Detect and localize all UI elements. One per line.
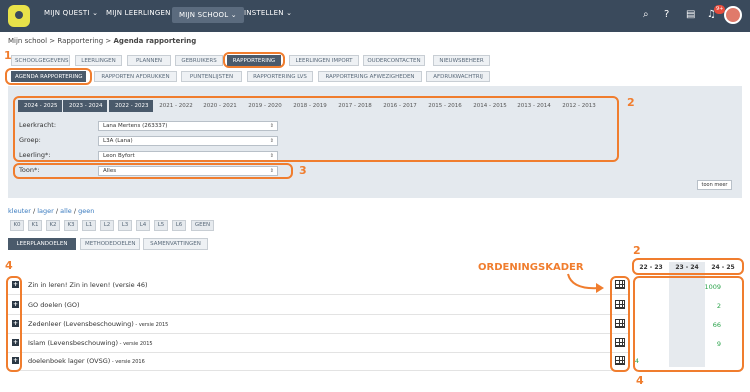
user-avatar[interactable] [724,6,742,24]
link-kleuter[interactable]: kleuter [8,207,31,215]
breadcrumb-mijn-school[interactable]: Mijn school [8,37,47,45]
table-row: + Islam (Levensbeschouwing) - versie 201… [8,334,628,353]
annotation-box-agenda [5,68,92,85]
tab-afdrukwachtrij[interactable]: AFDRUKWACHTRIJ [426,71,490,82]
breadcrumb-rapportering[interactable]: Rapportering [57,37,103,45]
tab-plannen[interactable]: PLANNEN [127,55,171,66]
level-k0[interactable]: K0 [10,220,24,231]
level-l3[interactable]: L3 [118,220,132,231]
tab-oudercontacten[interactable]: OUDERCONTACTEN [363,55,425,66]
subtab-methodedoelen[interactable]: METHODEDOELEN [80,238,140,250]
annotation-box-counts [633,276,744,372]
breadcrumb-current: Agenda rapportering [113,37,197,45]
link-lager[interactable]: lager [37,207,54,215]
annotation-box-toon [13,163,293,179]
messages-icon[interactable]: ▤ [686,9,695,21]
subtab-samenvattingen[interactable]: SAMENVATTINGEN [143,238,208,250]
annotation-box-grid [610,276,630,372]
nav-mijn-school[interactable]: MIJN SCHOOL ⌄ [172,7,244,23]
annotation-number-4-left: 4 [5,259,13,272]
tab-leerlingen[interactable]: LEERLINGEN [75,55,122,66]
tab-gebruikers[interactable]: GEBRUIKERS [175,55,223,66]
help-icon[interactable]: ? [664,9,669,21]
questi-logo[interactable] [8,5,30,27]
annotation-box-year-cols [632,258,744,275]
level-l2[interactable]: L2 [100,220,114,231]
table-row: + Zin in leren! Zin in leven! (versie 46… [8,276,628,295]
annotation-box-filters [13,96,619,162]
level-l5[interactable]: L5 [154,220,168,231]
tab-rapporten-afdrukken[interactable]: RAPPORTEN AFDRUKKEN [94,71,177,82]
nav-instellen[interactable]: INSTELLEN ⌄ [244,9,292,17]
table-row: + doelenboek lager (OVSG) - versie 2016 [8,352,628,371]
annotation-box-expand [6,276,22,372]
level-links: kleuter / lager / alle / geen [8,207,95,215]
link-geen[interactable]: geen [78,207,94,215]
tab-nieuwsbeheer[interactable]: NIEUWSBEHEER [433,55,490,66]
tab-rapportering-lvs[interactable]: RAPPORTERING LVS [247,71,313,82]
nav-mijn-questi[interactable]: MIJN QUESTI ⌄ [44,9,98,17]
level-geen[interactable]: GEEN [191,220,214,231]
table-row: + Zedenleer (Levensbeschouwing) - versie… [8,315,628,334]
level-k2[interactable]: K2 [46,220,60,231]
toon-meer-button[interactable]: toon meer [697,180,732,190]
nav-mijn-leerlingen[interactable]: MIJN LEERLINGEN [106,9,171,17]
level-k1[interactable]: K1 [28,220,42,231]
subtab-leerplandoelen[interactable]: LEERPLANDOELEN [8,238,76,250]
breadcrumb: Mijn school > Rapportering > Agenda rapp… [8,37,197,45]
table-row: + GO doelen (GO) [8,296,628,315]
link-alle[interactable]: alle [60,207,72,215]
annotation-number-3: 3 [299,164,307,177]
level-l1[interactable]: L1 [82,220,96,231]
annotation-number-2-columns: 2 [633,244,641,257]
annotation-box-rapportering [223,52,285,68]
level-k3[interactable]: K3 [64,220,78,231]
search-icon[interactable]: ⌕ [643,9,649,21]
tab-schoolgegevens[interactable]: SCHOOLGEGEVENS [11,55,70,66]
tab-rapportering-afwezigheden[interactable]: RAPPORTERING AFWEZIGHEDEN [318,71,422,82]
tab-leerlingen-import[interactable]: LEERLINGEN IMPORT [289,55,359,66]
level-l6[interactable]: L6 [172,220,186,231]
level-l4[interactable]: L4 [136,220,150,231]
annotation-number-2: 2 [627,96,635,109]
tab-puntenlijsten[interactable]: PUNTENLIJSTEN [181,71,242,82]
annotation-number-1: 1 [4,49,12,62]
annotation-number-4-right: 4 [636,374,644,387]
